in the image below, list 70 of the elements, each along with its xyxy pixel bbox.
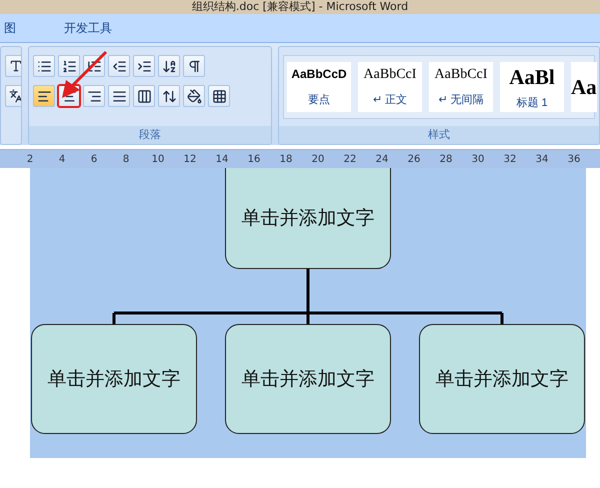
ruler-number: 16 xyxy=(246,154,262,164)
numbered-list-icon xyxy=(62,58,76,74)
decrease-indent-icon xyxy=(112,58,126,74)
align-left-icon xyxy=(36,88,52,104)
paragraph-mark-icon xyxy=(186,58,202,74)
sort-icon xyxy=(162,58,176,74)
ruler-number: 30 xyxy=(470,154,486,164)
style-preview: Aa xyxy=(571,74,597,100)
bullet-list-icon xyxy=(36,58,52,74)
org-chart-node[interactable]: 单击并添加文字 xyxy=(225,168,391,269)
style-preview: AaBbCcI xyxy=(434,66,488,83)
ruler-number: 4 xyxy=(58,154,66,164)
ruler-number: 8 xyxy=(122,154,130,164)
style-preview: AaBbCcI xyxy=(364,66,416,83)
ruler-number: 26 xyxy=(406,154,422,164)
toolbar-button[interactable] xyxy=(33,55,55,77)
ruler-number: 32 xyxy=(502,154,518,164)
style-item[interactable]: AaBl 标题 1 xyxy=(500,62,564,112)
shading-button[interactable] xyxy=(183,85,205,107)
style-preview: AaBbCcD xyxy=(291,67,347,82)
style-name: ↵ 正文 xyxy=(372,92,408,108)
group-label: 段落 xyxy=(29,126,271,144)
ruler-number: 10 xyxy=(150,154,166,164)
multilevel-list-icon xyxy=(86,58,102,74)
org-chart-node[interactable]: 单击并添加文字 xyxy=(31,324,197,434)
ruler-number: 18 xyxy=(278,154,294,164)
toolbar-button[interactable] xyxy=(158,55,180,77)
style-item[interactable]: AaBbCcD 要点 xyxy=(287,62,351,112)
style-item[interactable]: AaBbCcI ↵ 无间隔 xyxy=(429,62,493,112)
style-item[interactable]: Aa xyxy=(571,62,597,112)
toolbar-button[interactable] xyxy=(183,55,205,77)
align-justify-icon xyxy=(112,88,126,104)
window-title: 组织结构.doc [兼容模式] - Microsoft Word xyxy=(0,0,600,14)
align-button[interactable] xyxy=(133,85,155,107)
phonetic-button[interactable] xyxy=(5,85,21,107)
ruler-number: 20 xyxy=(310,154,326,164)
toolbar-button[interactable] xyxy=(58,55,80,77)
line-spacing-icon xyxy=(162,88,176,104)
ruler-number: 12 xyxy=(182,154,198,164)
ruler-number: 6 xyxy=(90,154,98,164)
group-label: 样式 xyxy=(279,126,599,144)
ruler-number: 22 xyxy=(342,154,358,164)
org-chart-node[interactable]: 单击并添加文字 xyxy=(225,324,391,434)
align-button[interactable] xyxy=(33,85,55,107)
ribbon-tab[interactable]: 图 xyxy=(4,20,16,36)
ruler-number: 34 xyxy=(534,154,550,164)
align-right-icon xyxy=(86,88,102,104)
ruler-number: 36 xyxy=(566,154,582,164)
style-name: ↵ 无间隔 xyxy=(438,93,484,108)
toolbar-button[interactable] xyxy=(108,55,130,77)
ruler-number: 2 xyxy=(26,154,34,164)
letter-icon xyxy=(9,59,21,73)
ruler-number: 28 xyxy=(438,154,454,164)
line-spacing-button[interactable] xyxy=(158,85,180,107)
increase-indent-icon xyxy=(136,58,152,74)
align-button[interactable] xyxy=(108,85,130,107)
style-name: 要点 xyxy=(308,92,330,107)
org-chart-node[interactable]: 单击并添加文字 xyxy=(419,324,585,434)
ruler-number: 14 xyxy=(214,154,230,164)
style-item[interactable]: AaBbCcI ↵ 正文 xyxy=(358,62,422,112)
style-name: 标题 1 xyxy=(516,96,548,110)
style-preview: AaBl xyxy=(509,64,555,90)
toolbar-button[interactable] xyxy=(133,55,155,77)
font-border-button[interactable] xyxy=(5,55,21,77)
ruler-number: 24 xyxy=(374,154,390,164)
paint-bucket-icon xyxy=(186,88,202,104)
ribbon-tab[interactable]: 开发工具 xyxy=(64,20,112,36)
borders-button[interactable] xyxy=(208,85,230,107)
border-grid-icon xyxy=(212,88,226,104)
align-button[interactable] xyxy=(83,85,105,107)
